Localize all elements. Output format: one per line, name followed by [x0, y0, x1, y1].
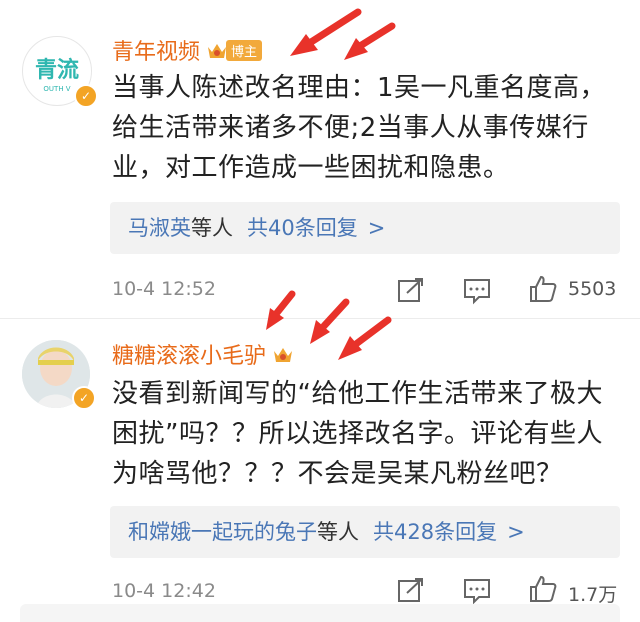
reply-count-link[interactable]: 共40条回复	[247, 216, 358, 240]
share-icon[interactable]	[396, 276, 426, 306]
reply-etc: 等人	[191, 216, 233, 240]
comment-icon[interactable]	[462, 276, 492, 306]
comment-text: 当事人陈述改名理由：1吴一凡重名度高，给生活带来诸多不便;2当事人从事传媒行业，…	[112, 73, 607, 183]
commenter-name-text[interactable]: 青年视频	[112, 40, 200, 65]
avatar-text: 青流	[35, 57, 79, 83]
like-count: 1.7万	[568, 584, 618, 606]
timestamp: 10-4 12:52	[112, 278, 216, 300]
commenter-name[interactable]: 青年视频 博主	[112, 34, 263, 66]
like-icon[interactable]	[528, 274, 558, 304]
replies-summary[interactable]: 马淑英等人 共40条回复 >	[110, 202, 620, 254]
commenter-name-text[interactable]: 糖糖滚滚小毛驴	[112, 344, 266, 369]
comment-icon[interactable]	[462, 576, 492, 606]
chevron-right-icon: >	[367, 216, 386, 240]
reply-count-link[interactable]: 共428条回复	[373, 520, 497, 544]
avatar-subtext: OUTH V	[43, 85, 70, 93]
reply-user-link[interactable]: 和嫦娥一起玩的兔子	[128, 520, 317, 544]
timestamp: 10-4 12:42	[112, 580, 216, 602]
blogger-badge: 博主	[226, 40, 263, 61]
bottom-bar	[20, 604, 620, 622]
comment-text: 没看到新闻写的“给他工作生活带来了极大困扰”吗？？所以选择改名字。评论有些人为啥…	[112, 379, 603, 489]
verified-icon: ✓	[74, 84, 98, 108]
like-count: 5503	[568, 278, 617, 300]
replies-summary[interactable]: 和嫦娥一起玩的兔子等人 共428条回复 >	[110, 506, 620, 558]
reply-user-link[interactable]: 马淑英	[128, 216, 191, 240]
arrow-icon	[266, 290, 392, 360]
arrow-icon	[290, 8, 396, 60]
like-icon[interactable]	[528, 574, 558, 604]
reply-etc: 等人	[317, 520, 359, 544]
chevron-right-icon: >	[507, 520, 525, 544]
share-icon[interactable]	[396, 576, 426, 606]
crown-icon	[208, 44, 227, 58]
verified-icon: ✓	[72, 386, 96, 410]
